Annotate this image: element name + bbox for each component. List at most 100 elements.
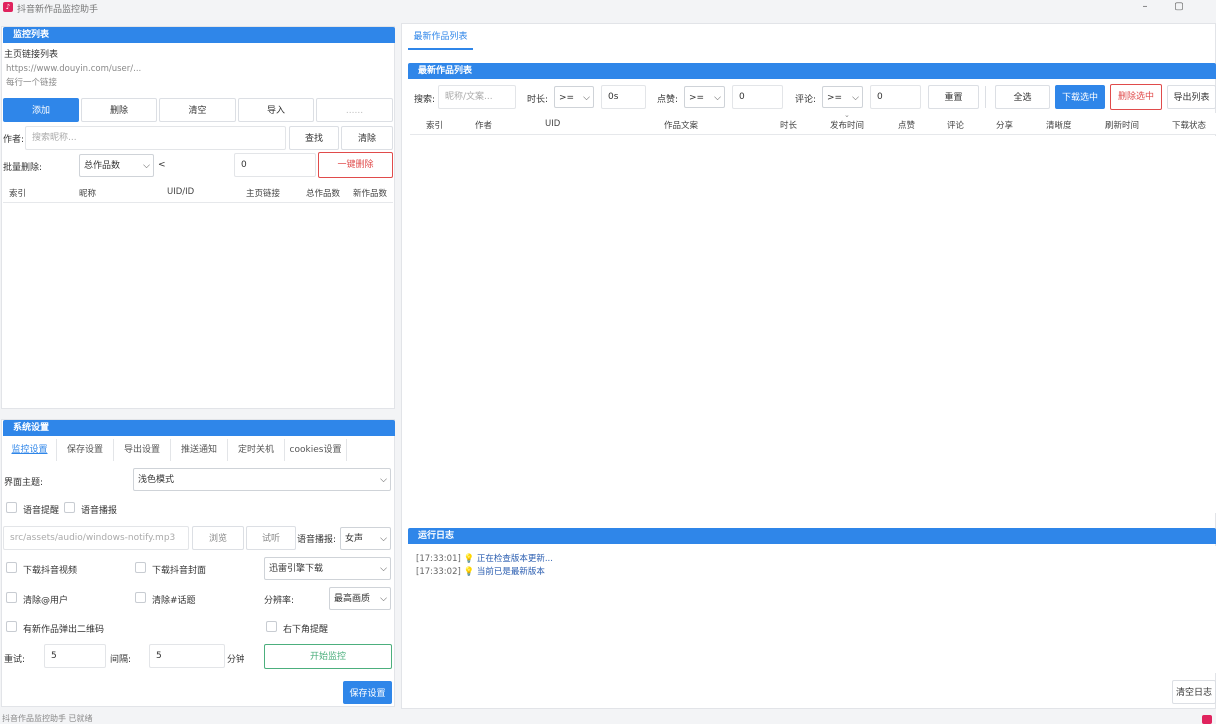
url-list-label: 主页链接列表 [4,50,59,60]
column-header: 索引 [426,121,444,131]
clear-search-button[interactable]: 清除 [341,126,393,150]
duration-input[interactable]: 0s [601,85,646,109]
tab-save-settings[interactable]: 保存设置 [57,439,114,461]
download-engine-select[interactable]: 迅雷引擎下载 ⌵ [264,557,391,580]
download-video-checkbox[interactable] [6,562,17,573]
qrcode-checkbox[interactable] [6,621,17,632]
chevron-down-icon: ⌵ [714,93,721,103]
voice-broadcast-checkbox[interactable] [64,502,75,513]
tab-latest-works[interactable]: 最新作品列表 [408,28,473,50]
export-list-button[interactable]: 导出列表 [1167,85,1216,109]
search-label: 搜索: [414,95,436,105]
tab-cookies-settings[interactable]: cookies设置 [285,439,347,461]
chevron-down-icon: ⌵ [380,564,387,574]
delete-button[interactable]: 删除 [81,98,157,122]
download-video-label: 下载抖音视频 [23,566,78,576]
clear-at-checkbox[interactable] [6,592,17,603]
clear-topic-checkbox[interactable] [135,592,146,603]
sort-arrow-icon[interactable]: ⌄ [844,111,850,119]
comments-input[interactable]: 0 [870,85,921,109]
log-area[interactable]: [17:33:01] 💡 正在检查版本更新... [17:33:02] 💡 当前… [410,546,1216,673]
chevron-down-icon: ⌵ [583,93,590,103]
column-header: 下载状态 [1172,121,1207,131]
browse-button[interactable]: 浏览 [192,526,244,550]
log-text: 正在检查版本更新... [476,554,553,564]
works-table-header: 索引 作者 UID 作品文案 时长 发布时间 ⌄ 点赞 评论 分享 清晰度 刷新… [410,111,1216,135]
save-settings-button[interactable]: 保存设置 [343,681,392,704]
works-table-body[interactable] [410,136,1216,513]
download-engine-value: 迅雷引擎下载 [269,564,324,574]
add-button[interactable]: 添加 [3,98,79,122]
works-search-input[interactable]: 昵称/文案... [438,85,516,109]
interval-input[interactable]: 5 [149,644,225,668]
column-header: 发布时间 [830,121,865,131]
tab-export-settings[interactable]: 导出设置 [114,439,171,461]
minimize-button[interactable]: – [1130,0,1160,15]
clear-topic-label: 清除#话题 [152,596,196,606]
reset-button[interactable]: 重置 [928,85,979,109]
start-monitor-button[interactable]: 开始监控 [264,644,392,669]
comments-operator-select[interactable]: >= ⌵ [822,86,863,108]
monitor-table-header: 索引 昵称 UID/ID 主页链接 总作品数 新作品数 [3,181,393,203]
resolution-select[interactable]: 最高画质 ⌵ [329,587,391,610]
voice-type-label: 语音播报: [297,535,337,545]
column-header: 时长 [780,121,798,131]
chevron-down-icon: ⌵ [143,161,150,171]
column-header: 清晰度 [1046,121,1072,131]
tab-push-notify[interactable]: 推送通知 [171,439,228,461]
toolbar-divider [985,86,986,108]
likes-label: 点赞: [657,95,679,105]
monitor-header: 监控列表 [3,27,395,43]
author-search-input[interactable]: 搜索昵称... [25,126,286,150]
audio-path-input[interactable]: src/assets/audio/windows-notify.mp3 [3,526,189,550]
app-logo-icon: ♪ [3,2,13,12]
batch-value-input[interactable]: 0 [234,153,316,177]
voice-remind-label: 语音提醒 [23,506,60,516]
download-selected-button[interactable]: 下载选中 [1055,85,1105,109]
monitor-table-body[interactable] [3,204,393,406]
likes-input[interactable]: 0 [732,85,783,109]
column-header: 新作品数 [353,189,388,199]
select-all-button[interactable]: 全选 [995,85,1050,109]
theme-select[interactable]: 浅色模式 ⌵ [133,468,391,491]
log-time: [17:33:01] [416,554,461,564]
tab-monitor-settings[interactable]: 监控设置 [3,439,57,461]
settings-header: 系统设置 [3,420,395,436]
column-header: 刷新时间 [1105,121,1140,131]
resolution-label: 分辨率: [264,596,295,606]
find-button[interactable]: 查找 [289,126,339,150]
url-textarea[interactable]: https://www.douyin.com/user/... 每行一个链接 [3,60,393,96]
test-audio-button[interactable]: 试听 [246,526,296,550]
import-button[interactable]: 导入 [238,98,314,122]
delete-selected-button[interactable]: 删除选中 [1110,84,1162,110]
voice-remind-checkbox[interactable] [6,502,17,513]
download-cover-label: 下载抖音封面 [152,566,207,576]
column-header: 点赞 [898,121,916,131]
theme-value: 浅色模式 [138,475,175,485]
chevron-down-icon: ⌵ [380,475,387,485]
corner-remind-label: 右下角提醒 [283,625,329,635]
likes-operator-select[interactable]: >= ⌵ [684,86,725,108]
corner-remind-checkbox[interactable] [266,621,277,632]
one-click-delete-button[interactable]: 一键删除 [318,152,393,178]
more-button[interactable]: ...... [316,98,393,122]
column-header: 作品文案 [664,121,699,131]
duration-label: 时长: [527,95,549,105]
tab-scheduled-shutdown[interactable]: 定时关机 [228,439,285,461]
title-bar: ♪ 抖音新作品监控助手 – ▢ [0,0,1216,15]
clear-button[interactable]: 清空 [159,98,236,122]
log-header: 运行日志 [408,528,1216,544]
log-time: [17:33:02] [416,567,461,577]
maximize-button[interactable]: ▢ [1164,0,1194,15]
column-header: 主页链接 [246,189,281,199]
voice-broadcast-label: 语音播报 [81,506,118,516]
duration-operator-select[interactable]: >= ⌵ [554,86,594,108]
clear-log-button[interactable]: 清空日志 [1172,680,1216,704]
voice-type-select[interactable]: 女声 ⌵ [340,527,391,550]
column-header: 分享 [996,121,1014,131]
batch-field-select[interactable]: 总作品数 ⌵ [79,154,154,177]
download-cover-checkbox[interactable] [135,562,146,573]
column-header: 索引 [9,189,27,199]
url-placeholder-line2: 每行一个链接 [6,78,58,88]
retry-input[interactable]: 5 [44,644,106,668]
